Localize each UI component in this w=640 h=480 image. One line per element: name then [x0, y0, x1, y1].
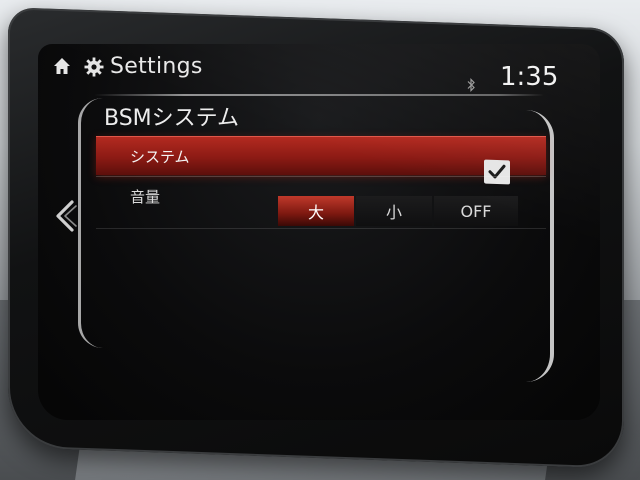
- home-icon[interactable]: [52, 56, 72, 76]
- checkmark-icon: [488, 164, 506, 179]
- section-title: BSMシステム: [104, 106, 239, 131]
- row-divider: [96, 176, 546, 177]
- list-item-label: システム: [130, 148, 190, 166]
- volume-option-off[interactable]: OFF: [434, 196, 518, 226]
- header-divider: [94, 94, 544, 96]
- gear-icon: [84, 57, 104, 77]
- page-title: Settings: [110, 54, 203, 79]
- volume-option-small[interactable]: 小: [356, 196, 432, 226]
- system-checkbox[interactable]: [484, 159, 510, 185]
- chevron-left-icon[interactable]: [50, 196, 80, 236]
- clock: 1:35: [500, 62, 559, 92]
- volume-option-large[interactable]: 大: [278, 196, 354, 226]
- list-item-label: 音量: [130, 188, 161, 206]
- row-divider: [96, 228, 546, 229]
- bluetooth-icon: [467, 78, 475, 92]
